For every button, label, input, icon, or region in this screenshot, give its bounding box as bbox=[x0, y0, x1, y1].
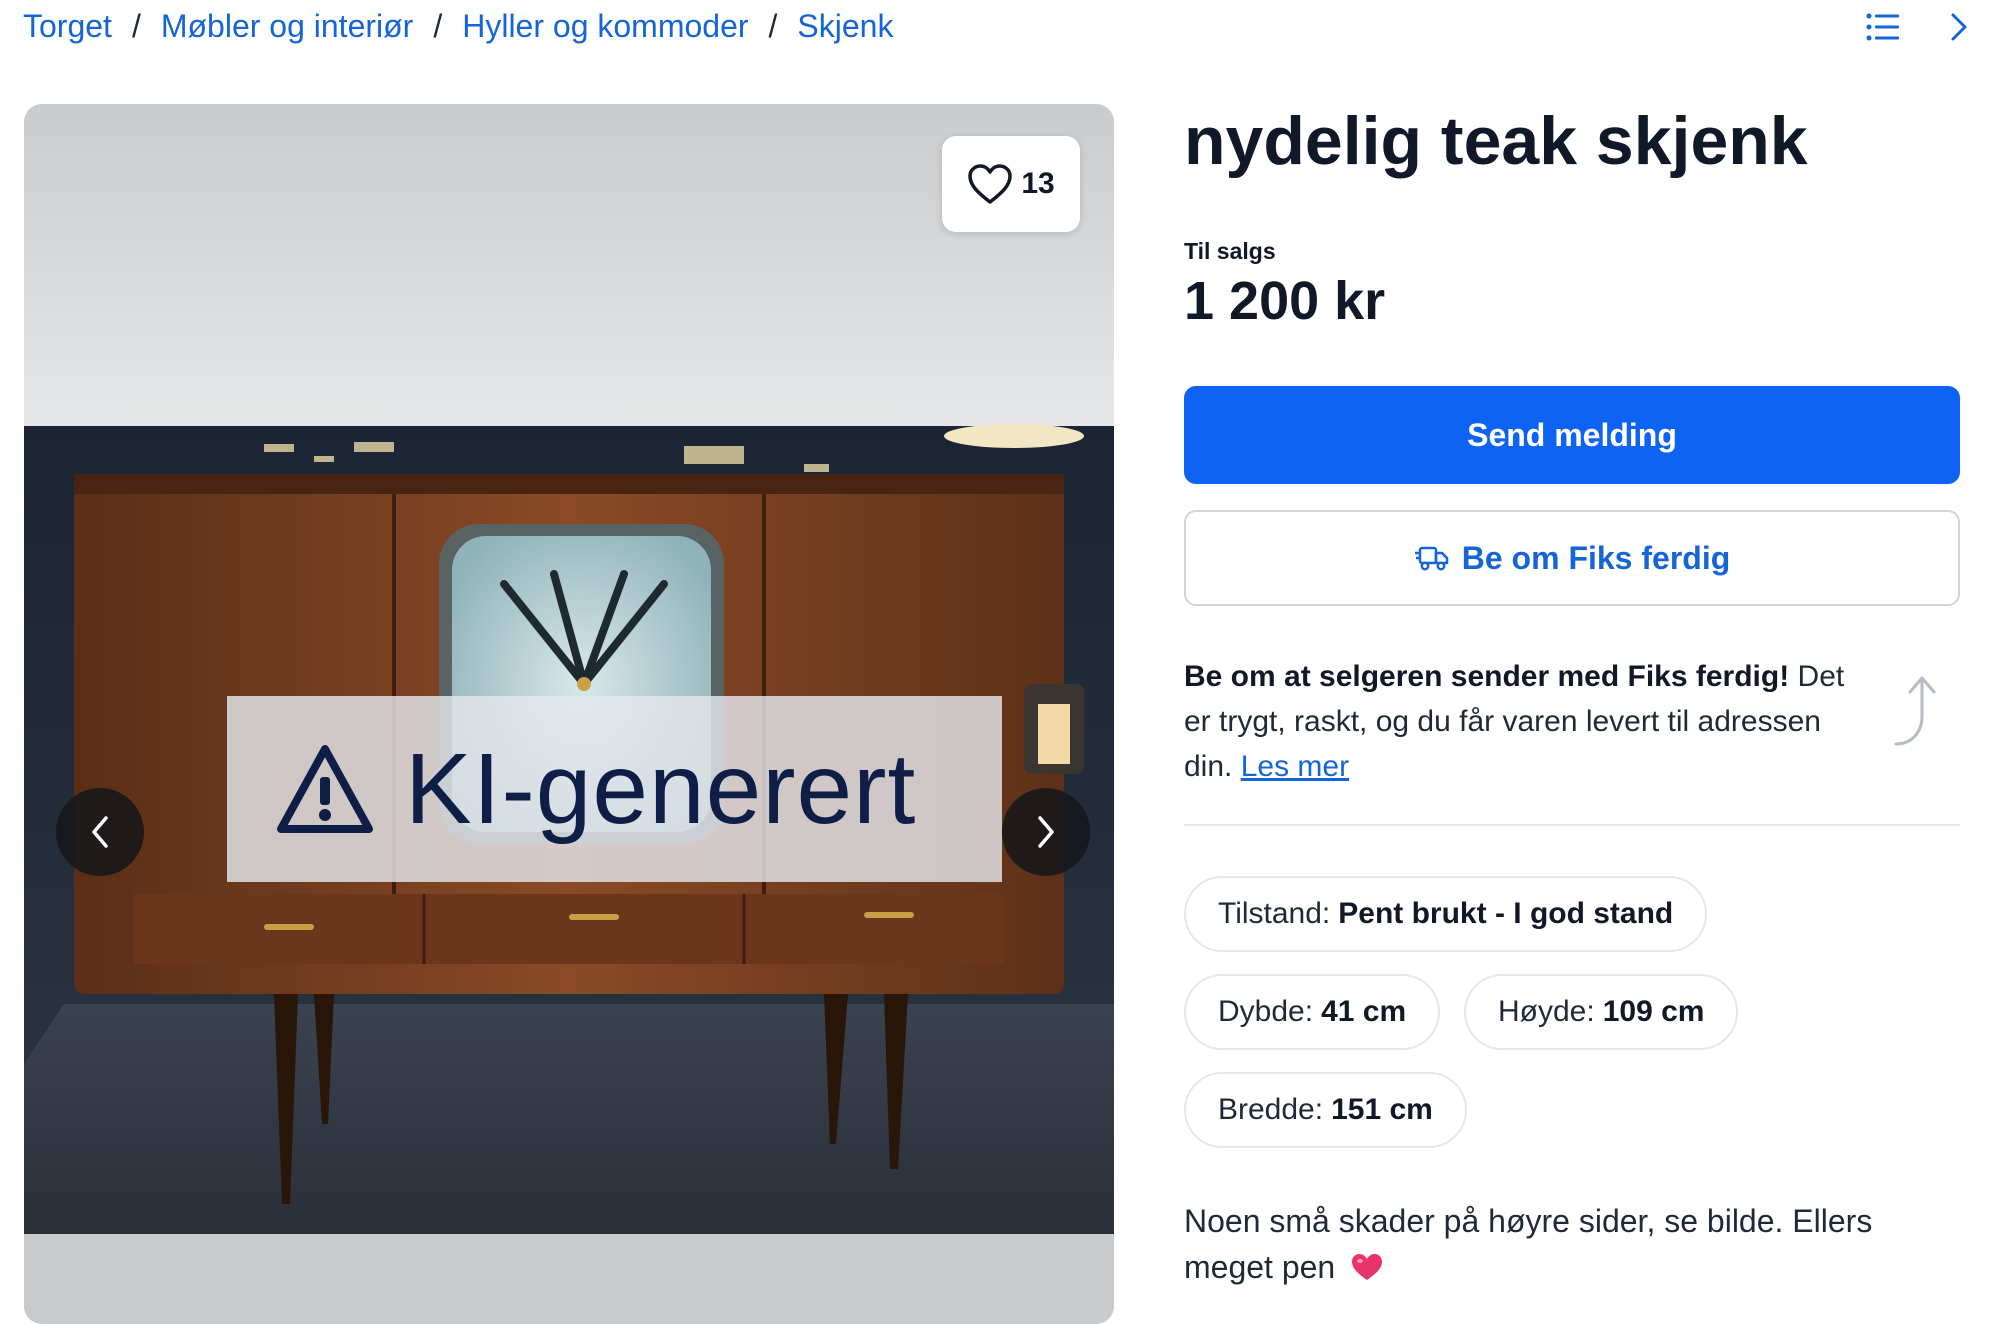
favorite-button[interactable]: 13 bbox=[942, 136, 1080, 232]
send-message-button[interactable]: Send melding bbox=[1184, 386, 1960, 484]
breadcrumb: Torget / Møbler og interiør / Hyller og … bbox=[23, 8, 893, 45]
listing-status: Til salgs bbox=[1184, 238, 1276, 264]
attribute-width: Bredde: 151 cm bbox=[1184, 1072, 1467, 1148]
next-image-button[interactable] bbox=[1002, 788, 1090, 876]
heart-emoji-icon bbox=[1352, 1254, 1383, 1280]
listing-price: 1 200 kr bbox=[1184, 271, 1386, 331]
attribute-label: Høyde: bbox=[1498, 995, 1595, 1028]
fiks-ferdig-promo: Be om at selgeren sender med Fiks ferdig… bbox=[1184, 654, 1864, 789]
previous-image-button[interactable] bbox=[56, 788, 144, 876]
listing-description: Noen små skader på høyre sider, se bilde… bbox=[1184, 1198, 1960, 1290]
section-divider bbox=[1184, 824, 1960, 826]
breadcrumb-skjenk[interactable]: Skjenk bbox=[797, 8, 893, 45]
listing-title: nydelig teak skjenk bbox=[1184, 103, 1808, 179]
arrow-up-icon bbox=[1894, 676, 1936, 746]
read-more-link[interactable]: Les mer bbox=[1241, 750, 1349, 783]
breadcrumb-mobler-og-interior[interactable]: Møbler og interiør bbox=[161, 8, 414, 45]
breadcrumb-hyller-og-kommoder[interactable]: Hyller og kommoder bbox=[462, 8, 748, 45]
image-gallery[interactable]: 13 KI-generert bbox=[24, 104, 1114, 1324]
delivery-truck-icon bbox=[1414, 546, 1448, 571]
description-text: Noen små skader på høyre sider, se bilde… bbox=[1184, 1203, 1873, 1285]
ai-generated-label: KI-generert bbox=[405, 732, 917, 845]
warning-triangle-icon bbox=[277, 745, 373, 833]
chevron-right-icon bbox=[1038, 816, 1054, 848]
breadcrumb-separator: / bbox=[131, 8, 141, 44]
attribute-depth: Dybde: 41 cm bbox=[1184, 974, 1441, 1050]
breadcrumb-separator: / bbox=[768, 8, 778, 44]
attribute-label: Tilstand: bbox=[1218, 897, 1331, 930]
ai-generated-banner: KI-generert bbox=[227, 696, 1002, 882]
attribute-label: Bredde: bbox=[1218, 1093, 1324, 1126]
attribute-height: Høyde: 109 cm bbox=[1464, 974, 1739, 1050]
attribute-label: Dybde: bbox=[1218, 995, 1314, 1028]
fiks-ferdig-button[interactable]: Be om Fiks ferdig bbox=[1184, 510, 1960, 606]
attribute-value: 109 cm bbox=[1602, 995, 1705, 1028]
attribute-value: 151 cm bbox=[1331, 1093, 1433, 1126]
next-listing-button[interactable] bbox=[1938, 6, 1980, 48]
attribute-condition: Tilstand: Pent brukt - I god stand bbox=[1184, 876, 1708, 952]
attribute-value: Pent brukt - I god stand bbox=[1338, 897, 1674, 930]
fiks-ferdig-label: Be om Fiks ferdig bbox=[1461, 539, 1731, 576]
chevron-right-icon bbox=[1951, 13, 1967, 41]
promo-headline: Be om at selgeren sender med Fiks ferdig… bbox=[1184, 660, 1790, 693]
list-view-button[interactable] bbox=[1862, 6, 1904, 48]
chevron-left-icon bbox=[92, 816, 108, 848]
favorite-count: 13 bbox=[1021, 167, 1055, 200]
breadcrumb-torget[interactable]: Torget bbox=[23, 8, 112, 45]
heart-icon bbox=[968, 164, 1013, 204]
list-icon bbox=[1866, 13, 1899, 41]
attribute-value: 41 cm bbox=[1321, 995, 1407, 1028]
breadcrumb-separator: / bbox=[433, 8, 443, 44]
